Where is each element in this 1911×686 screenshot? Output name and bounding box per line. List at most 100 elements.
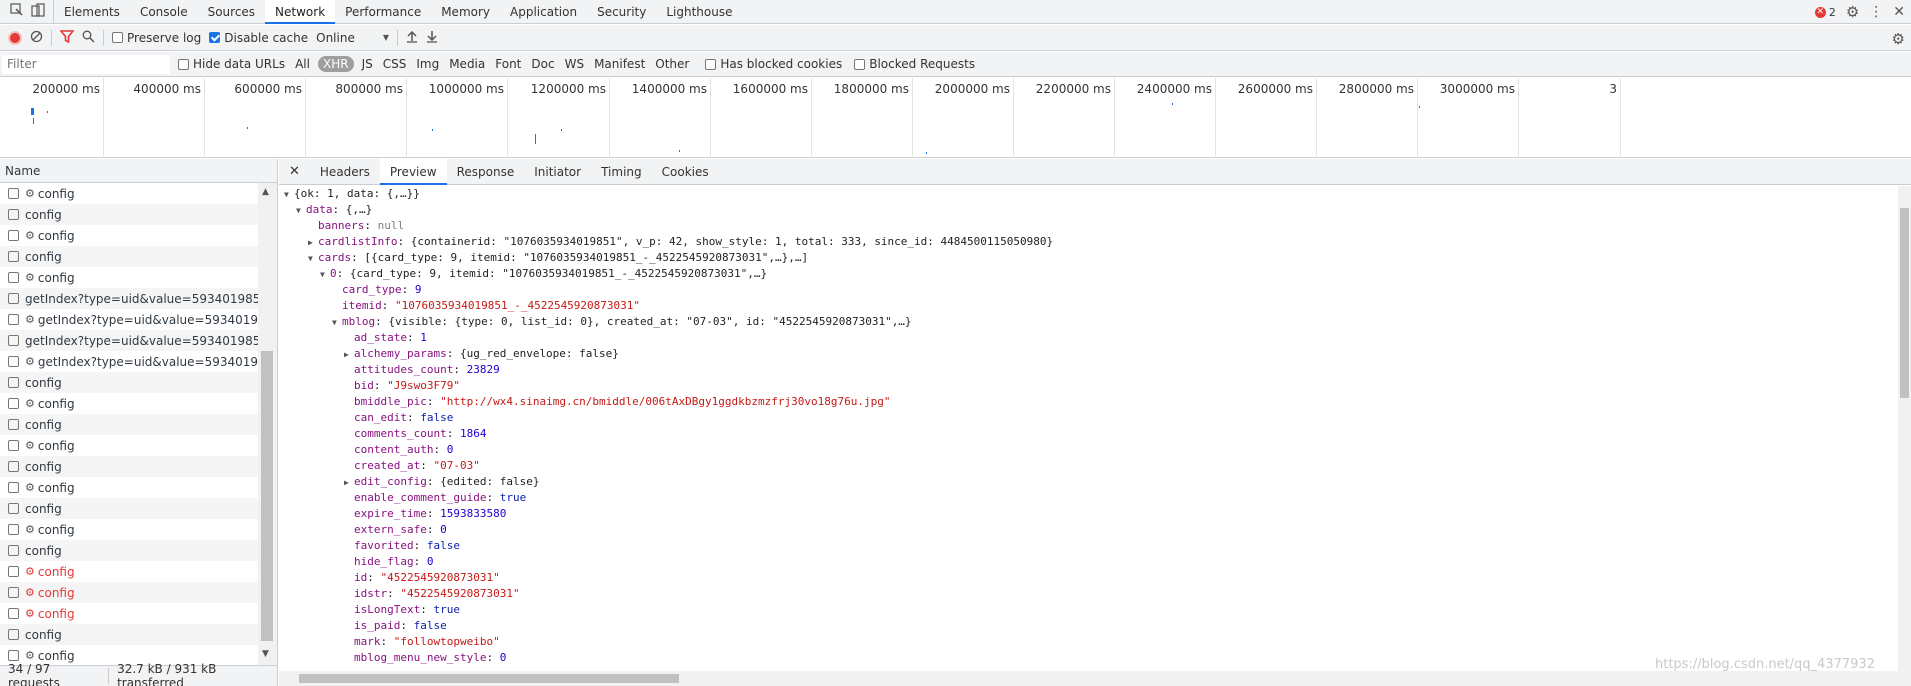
json-line[interactable]: bmiddle_pic: "http://wx4.sinaimg.cn/bmid… xyxy=(280,394,1890,410)
json-line[interactable]: attitudes_count: 23829 xyxy=(280,362,1890,378)
network-overview-timeline[interactable]: 200000 ms 400000 ms 600000 ms 800000 ms 1000… xyxy=(0,78,1911,158)
json-line[interactable]: comments_count: 1864 xyxy=(280,426,1890,442)
filter-type-media[interactable]: Media xyxy=(447,56,487,72)
export-har-icon[interactable] xyxy=(426,30,438,46)
close-devtools-icon[interactable]: ✕ xyxy=(1893,4,1905,20)
filter-type-img[interactable]: Img xyxy=(414,56,441,72)
disable-cache-checkbox[interactable]: Disable cache xyxy=(209,31,308,45)
clear-icon[interactable] xyxy=(30,30,43,46)
request-row[interactable]: config xyxy=(0,372,258,393)
json-line[interactable]: id: "4522545920873031" xyxy=(280,570,1890,586)
tab-memory[interactable]: Memory xyxy=(431,0,500,24)
request-row[interactable]: ⚙ config xyxy=(0,477,258,498)
throttling-select[interactable]: Online ▼ xyxy=(316,31,389,45)
request-row[interactable]: config xyxy=(0,456,258,477)
filter-type-js[interactable]: JS xyxy=(360,56,375,72)
request-row[interactable]: config xyxy=(0,204,258,225)
tab-security[interactable]: Security xyxy=(587,0,656,24)
expanded-triangle-icon[interactable]: ▼ xyxy=(320,267,330,283)
json-line[interactable]: can_edit: false xyxy=(280,410,1890,426)
tab-performance[interactable]: Performance xyxy=(335,0,431,24)
json-line[interactable]: isLongText: true xyxy=(280,602,1890,618)
checkbox-box[interactable] xyxy=(112,32,123,43)
filter-icon[interactable] xyxy=(59,29,75,46)
request-row[interactable]: getIndex?type=uid&value=5934019851&co xyxy=(0,330,258,351)
filter-type-ws[interactable]: WS xyxy=(563,56,586,72)
scrollbar-thumb[interactable] xyxy=(261,351,273,641)
request-row[interactable]: ⚙ config xyxy=(0,519,258,540)
tab-lighthouse[interactable]: Lighthouse xyxy=(656,0,742,24)
request-row[interactable]: config xyxy=(0,498,258,519)
network-settings-gear-icon[interactable]: ⚙ xyxy=(1892,30,1905,48)
json-line[interactable]: mark: "followtopweibo" xyxy=(280,634,1890,650)
json-line[interactable]: bid: "J9swo3F79" xyxy=(280,378,1890,394)
request-row[interactable]: getIndex?type=uid&value=5934019851&co xyxy=(0,288,258,309)
request-row[interactable]: ⚙ config xyxy=(0,183,258,204)
name-column-header[interactable]: Name xyxy=(0,159,278,183)
json-line[interactable]: banners: null xyxy=(280,218,1890,234)
tab-preview[interactable]: Preview xyxy=(379,158,447,185)
filter-input[interactable] xyxy=(2,54,170,74)
request-row[interactable]: ⚙ config xyxy=(0,435,258,456)
has-blocked-cookies-checkbox[interactable]: Has blocked cookies xyxy=(705,57,842,71)
json-line[interactable]: content_auth: 0 xyxy=(280,442,1890,458)
json-line[interactable]: ▶ edit_config: {edited: false} xyxy=(280,474,1890,490)
json-line[interactable]: created_at: "07-03" xyxy=(280,458,1890,474)
request-row[interactable]: ⚙getIndex?type=uid&value=5934019851& xyxy=(0,351,258,372)
filter-type-doc[interactable]: Doc xyxy=(529,56,556,72)
tab-network[interactable]: Network xyxy=(265,0,336,24)
filter-type-css[interactable]: CSS xyxy=(381,56,409,72)
json-line[interactable]: itemid: "1076035934019851_-_452254592087… xyxy=(280,298,1890,314)
hide-data-urls-checkbox[interactable]: Hide data URLs xyxy=(178,57,285,71)
tab-timing[interactable]: Timing xyxy=(591,159,652,185)
request-row[interactable]: config xyxy=(0,246,258,267)
json-line[interactable]: ▼ cards: [{card_type: 9, itemid: "1076035… xyxy=(280,250,1890,266)
expanded-triangle-icon[interactable]: ▼ xyxy=(332,315,342,331)
search-icon[interactable] xyxy=(82,30,95,46)
tab-headers[interactable]: Headers xyxy=(310,159,380,185)
scrollbar-thumb[interactable] xyxy=(1900,208,1909,398)
request-row[interactable]: ⚙ config xyxy=(0,561,258,582)
request-row[interactable]: config xyxy=(0,540,258,561)
json-line[interactable]: enable_comment_guide: true xyxy=(280,490,1890,506)
filter-type-font[interactable]: Font xyxy=(493,56,523,72)
close-detail-icon[interactable]: ✕ xyxy=(279,164,310,179)
device-toolbar-icon[interactable] xyxy=(31,3,45,20)
more-options-icon[interactable]: ⋮ xyxy=(1869,4,1883,20)
json-line[interactable]: ▼ {ok: 1, data: {,…}} xyxy=(280,186,1890,202)
checkbox-box[interactable] xyxy=(209,32,221,43)
request-row[interactable]: config xyxy=(0,414,258,435)
request-row[interactable]: ⚙ config xyxy=(0,225,258,246)
import-har-icon[interactable] xyxy=(406,30,418,46)
request-row[interactable]: ⚙ config xyxy=(0,582,258,603)
checkbox-box[interactable] xyxy=(854,58,866,70)
json-line[interactable]: card_type: 9 xyxy=(280,282,1890,298)
json-line[interactable]: is_paid: false xyxy=(280,618,1890,634)
expanded-triangle-icon[interactable]: ▼ xyxy=(284,187,294,203)
inspect-element-icon[interactable] xyxy=(10,3,24,20)
json-line[interactable]: ▶ alchemy_params: {ug_red_envelope: false… xyxy=(280,346,1890,362)
checkbox-box[interactable] xyxy=(178,58,189,70)
json-line[interactable]: favorited: false xyxy=(280,538,1890,554)
tab-sources[interactable]: Sources xyxy=(198,0,265,24)
expanded-triangle-icon[interactable]: ▼ xyxy=(296,203,306,219)
request-row[interactable]: ⚙getIndex?type=uid&value=5934019851& xyxy=(0,309,258,330)
settings-gear-icon[interactable]: ⚙ xyxy=(1846,3,1859,21)
blocked-requests-checkbox[interactable]: Blocked Requests xyxy=(854,57,975,71)
collapsed-triangle-icon[interactable]: ▶ xyxy=(308,235,318,251)
json-line[interactable]: ▼ data: {,…} xyxy=(280,202,1890,218)
scroll-up-icon[interactable]: ▲ xyxy=(262,187,269,197)
scrollbar-thumb[interactable] xyxy=(299,674,679,683)
filter-type-xhr[interactable]: XHR xyxy=(317,56,354,72)
request-row[interactable]: ⚙ config xyxy=(0,393,258,414)
json-line[interactable]: ▶ cardlistInfo: {containerid: "1076035934… xyxy=(280,234,1890,250)
json-line[interactable]: hide_flag: 0 xyxy=(280,554,1890,570)
json-line[interactable]: ▼ mblog: {visible: {type: 0, list_id: 0},… xyxy=(280,314,1890,330)
request-list-scrollbar[interactable]: ▲ ▼ xyxy=(258,183,278,665)
preview-horizontal-scrollbar[interactable] xyxy=(279,671,1911,686)
tab-elements[interactable]: Elements xyxy=(54,0,130,24)
json-line[interactable]: mblog_menu_new_style: 0 xyxy=(280,650,1890,666)
filter-type-manifest[interactable]: Manifest xyxy=(592,56,647,72)
tab-application[interactable]: Application xyxy=(500,0,587,24)
filter-type-all[interactable]: All xyxy=(293,56,312,72)
